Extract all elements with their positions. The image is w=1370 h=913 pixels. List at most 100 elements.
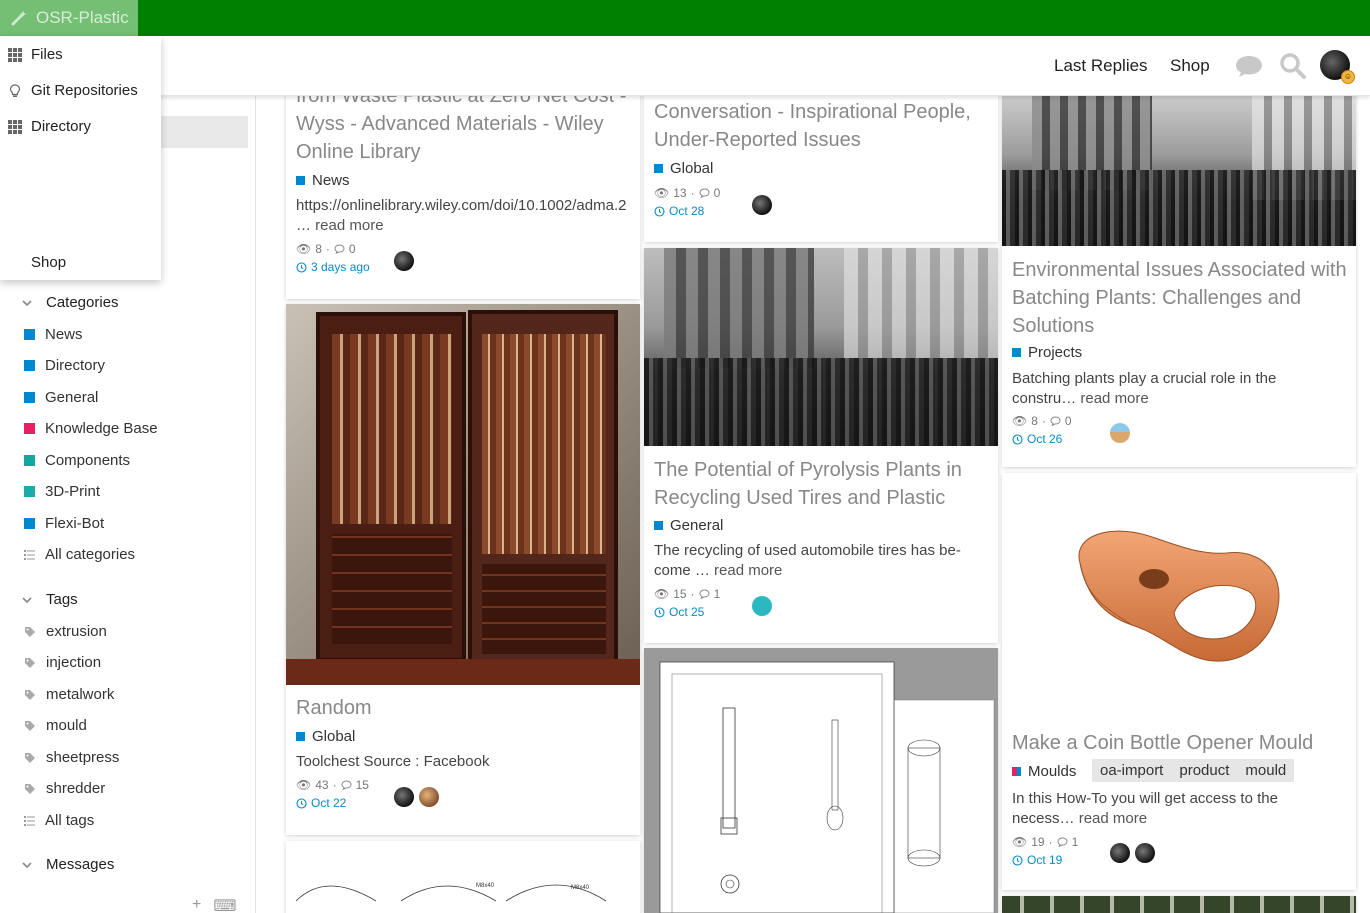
tag-link[interactable]: mould bbox=[1245, 762, 1286, 779]
header: Last Replies Shop ☺ bbox=[0, 36, 1370, 96]
sidebar-tag-injection[interactable]: injection bbox=[24, 654, 101, 671]
topic-date[interactable]: 3 days ago bbox=[296, 260, 370, 274]
topic-excerpt-text: come … bbox=[654, 562, 710, 579]
topic-title[interactable]: The Potential of Pyrolysis Plants in Rec… bbox=[654, 456, 990, 512]
topic-category[interactable]: Projects bbox=[1012, 344, 1082, 361]
sidebar-tag-sheetpress[interactable]: sheetpress bbox=[24, 749, 119, 766]
topic-excerpt-text: The recycling of used automobile tires h… bbox=[654, 542, 961, 559]
sidebar-item-3d-print[interactable]: 3D-Print bbox=[24, 483, 100, 500]
city-photo-image[interactable] bbox=[1002, 80, 1356, 246]
sidebar-all-tags[interactable]: All tags bbox=[24, 812, 94, 829]
category-color-swatch bbox=[654, 164, 663, 173]
sidebar-tag-extrusion[interactable]: extrusion bbox=[24, 623, 107, 640]
topic-card-bottle-opener[interactable]: Make a Coin Bottle Opener Mould Moulds o… bbox=[1002, 473, 1356, 890]
messages-section-toggle[interactable]: Messages bbox=[22, 856, 114, 873]
keyboard-icon[interactable]: ⌨ bbox=[213, 896, 236, 913]
reply-icon bbox=[341, 780, 352, 790]
bottle-opener-model-image[interactable] bbox=[1002, 473, 1356, 713]
poster-avatar[interactable] bbox=[752, 596, 772, 616]
sidebar-item-flexi-bot[interactable]: Flexi-Bot bbox=[24, 515, 104, 532]
sidebar-tag-metalwork[interactable]: metalwork bbox=[24, 686, 114, 703]
plus-icon[interactable]: + bbox=[192, 896, 201, 913]
tag-icon bbox=[25, 720, 35, 731]
topic-title[interactable]: Random bbox=[296, 694, 372, 722]
menu-item-label: Directory bbox=[31, 118, 92, 135]
topic-title[interactable]: Conversation - Inspirational People, Und… bbox=[654, 98, 990, 154]
menu-item-files[interactable]: Files bbox=[8, 46, 63, 63]
topic-card-conversation[interactable]: Conversation - Inspirational People, Und… bbox=[644, 80, 998, 242]
sidebar-item-all-categories[interactable]: All categories bbox=[24, 546, 135, 563]
sidebar-item-label: Flexi-Bot bbox=[45, 515, 105, 532]
menu-item-label: Shop bbox=[31, 254, 67, 271]
street-photo-image[interactable] bbox=[644, 248, 998, 446]
sidebar-item-label: News bbox=[45, 326, 83, 343]
category-color-swatch bbox=[24, 392, 35, 403]
read-more-link[interactable]: read more bbox=[315, 217, 383, 234]
gasket-drawing-image[interactable]: M8x40 M8x40 bbox=[286, 841, 640, 913]
poster-avatar[interactable] bbox=[394, 251, 414, 271]
reply-icon bbox=[334, 244, 345, 254]
tag-link[interactable]: oa-import bbox=[1100, 762, 1163, 779]
topic-date[interactable]: Oct 28 bbox=[654, 204, 704, 218]
topic-category[interactable]: Global bbox=[654, 160, 713, 177]
sidebar-item-directory[interactable]: Directory bbox=[24, 357, 105, 374]
replier-avatar[interactable] bbox=[1135, 843, 1155, 863]
topic-card-technical-drawing[interactable] bbox=[644, 648, 998, 913]
svg-text:M8x40: M8x40 bbox=[571, 885, 590, 891]
poster-avatar[interactable] bbox=[1110, 843, 1130, 863]
brand-menu-button[interactable]: OSR-Plastic bbox=[0, 0, 138, 36]
topic-category[interactable]: General bbox=[654, 517, 723, 534]
topic-stats: 👁 8 · 0 bbox=[296, 242, 356, 256]
category-color-swatch bbox=[1012, 767, 1021, 776]
topic-category-label: Global bbox=[670, 160, 714, 177]
topic-card-batching[interactable]: Environmental Issues Associated with Bat… bbox=[1002, 80, 1356, 467]
grid-icon bbox=[8, 119, 22, 134]
sidebar-item-knowledge-base[interactable]: Knowledge Base bbox=[24, 420, 158, 437]
topic-excerpt-text: constru… bbox=[1012, 390, 1077, 407]
poster-avatar[interactable] bbox=[394, 787, 414, 807]
toolchest-image[interactable] bbox=[286, 304, 640, 685]
topic-category[interactable]: Global bbox=[296, 728, 355, 745]
topic-card-pyrolysis[interactable]: The Potential of Pyrolysis Plants in Rec… bbox=[644, 248, 998, 643]
topic-title[interactable]: Environmental Issues Associated with Bat… bbox=[1012, 256, 1352, 340]
sidebar-tag-shredder[interactable]: shredder bbox=[24, 780, 105, 797]
menu-item-git-repositories[interactable]: Git Repositories bbox=[8, 82, 138, 99]
topic-card-random[interactable]: Random Global Toolchest Source : Faceboo… bbox=[286, 304, 640, 835]
poster-avatar[interactable] bbox=[752, 195, 772, 215]
categories-section-toggle[interactable]: Categories bbox=[22, 294, 119, 311]
sidebar-tag-mould[interactable]: mould bbox=[24, 717, 87, 734]
technical-drawing-image[interactable] bbox=[644, 648, 998, 913]
chat-icon[interactable] bbox=[1235, 54, 1263, 78]
topic-title[interactable]: Make a Coin Bottle Opener Mould bbox=[1012, 729, 1313, 757]
topic-card-nouvelles[interactable] bbox=[1002, 896, 1356, 913]
tag-link[interactable]: product bbox=[1179, 762, 1229, 779]
search-icon[interactable] bbox=[1279, 52, 1307, 80]
topic-category[interactable]: Moulds bbox=[1012, 763, 1076, 780]
sidebar-item-label: General bbox=[45, 389, 99, 406]
topic-date[interactable]: Oct 19 bbox=[1012, 853, 1062, 867]
poster-avatar[interactable] bbox=[1110, 423, 1130, 443]
topic-date[interactable]: Oct 22 bbox=[296, 796, 346, 810]
topic-card-drawing[interactable]: M8x40 M8x40 bbox=[286, 841, 640, 913]
replier-avatar[interactable] bbox=[419, 787, 439, 807]
sidebar-item-components[interactable]: Components bbox=[24, 452, 130, 469]
reply-count: 0 bbox=[348, 242, 356, 256]
menu-item-shop[interactable]: Shop bbox=[31, 254, 66, 271]
reply-count: 1 bbox=[713, 587, 721, 601]
poster-banner-image[interactable] bbox=[1002, 896, 1356, 913]
tags-section-toggle[interactable]: Tags bbox=[22, 591, 78, 608]
shop-link[interactable]: Shop bbox=[1170, 56, 1210, 76]
menu-item-directory[interactable]: Directory bbox=[8, 118, 91, 135]
read-more-link[interactable]: read more bbox=[714, 562, 782, 579]
sidebar-item-general[interactable]: General bbox=[24, 389, 98, 406]
topic-date[interactable]: Oct 25 bbox=[654, 605, 704, 619]
sidebar-tag-label: injection bbox=[46, 654, 102, 671]
topic-category[interactable]: News bbox=[296, 172, 350, 189]
clock-icon bbox=[654, 205, 665, 217]
sidebar-item-news[interactable]: News bbox=[24, 326, 83, 343]
read-more-link[interactable]: read more bbox=[1079, 810, 1147, 827]
topic-date[interactable]: Oct 26 bbox=[1012, 432, 1062, 446]
topic-card-wiley[interactable]: from Waste Plastic at Zero Net Cost - Wy… bbox=[286, 80, 640, 299]
read-more-link[interactable]: read more bbox=[1080, 390, 1148, 407]
last-replies-link[interactable]: Last Replies bbox=[1054, 56, 1148, 76]
